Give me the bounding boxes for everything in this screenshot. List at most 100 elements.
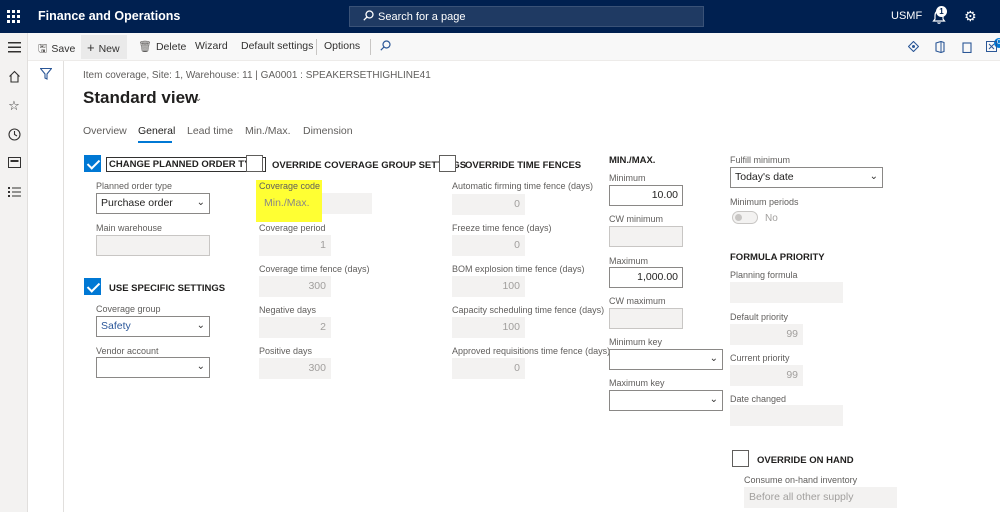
chevron-down-icon: ⌄ [869, 171, 878, 182]
negative-days-label: Negative days [259, 305, 317, 315]
minimum-key-select[interactable]: ⌄ [609, 349, 723, 370]
default-priority-label: Default priority [730, 312, 789, 322]
override-coverage-group-label: OVERRIDE COVERAGE GROUP SETTINGS [272, 160, 467, 171]
date-changed-field[interactable] [730, 405, 843, 426]
coverage-period-field[interactable]: 1 [259, 235, 331, 256]
current-priority-field[interactable]: 99 [730, 365, 803, 386]
bom-explosion-field[interactable]: 100 [452, 276, 525, 297]
save-icon: 🖫 [38, 43, 48, 55]
minimum-field[interactable]: 10.00 [609, 185, 683, 206]
planning-formula-field[interactable] [730, 282, 843, 303]
override-coverage-group-checkbox[interactable] [246, 155, 263, 172]
coverage-code-field-bg [322, 193, 372, 214]
home-icon[interactable] [7, 70, 21, 84]
view-title[interactable]: Standard view [83, 88, 198, 108]
minimum-label: Minimum [609, 173, 646, 183]
tab-lead-time[interactable]: Lead time [187, 125, 233, 137]
chevron-down-icon[interactable]: ⌄ [194, 93, 202, 104]
active-tab-indicator [138, 141, 172, 143]
freeze-time-fence-field[interactable]: 0 [452, 235, 525, 256]
cw-maximum-field[interactable] [609, 308, 683, 329]
cw-minimum-field[interactable] [609, 226, 683, 247]
main-warehouse-label: Main warehouse [96, 223, 163, 233]
automatic-firming-field[interactable]: 0 [452, 194, 525, 215]
settings-gear-icon[interactable]: ⚙ [964, 8, 977, 25]
search-placeholder: Search for a page [378, 11, 466, 23]
save-button[interactable]: 🖫 Save [38, 40, 75, 59]
coverage-group-select[interactable]: Safety ⌄ [96, 316, 210, 337]
date-changed-label: Date changed [730, 394, 787, 404]
minimum-periods-toggle[interactable] [732, 211, 758, 224]
bom-explosion-label: BOM explosion time fence (days) [452, 264, 585, 274]
cw-maximum-label: CW maximum [609, 296, 666, 306]
filter-pane [28, 61, 64, 512]
modules-list-icon[interactable] [7, 186, 21, 200]
override-time-fences-label: OVERRIDE TIME FENCES [465, 160, 582, 171]
coverage-time-fence-field[interactable]: 300 [259, 276, 331, 297]
maximum-field[interactable]: 1,000.00 [609, 267, 683, 288]
use-specific-settings-checkbox[interactable] [84, 278, 101, 295]
chevron-down-icon: ⌄ [196, 197, 205, 208]
app-launcher-icon[interactable] [7, 10, 20, 23]
minimum-periods-toggle-text: No [765, 213, 778, 224]
tab-min-max[interactable]: Min./Max. [245, 125, 291, 137]
trash-icon: 🗑 [138, 41, 152, 53]
options-button[interactable]: Options [324, 40, 360, 52]
tab-overview[interactable]: Overview [83, 125, 127, 137]
tab-dimension[interactable]: Dimension [303, 125, 353, 137]
search-input[interactable]: Search for a page [349, 6, 704, 27]
fulfill-minimum-select[interactable]: Today's date ⌄ [730, 167, 883, 188]
maximum-key-select[interactable]: ⌄ [609, 390, 723, 411]
plus-icon: + [87, 40, 95, 55]
change-planned-order-type-checkbox[interactable] [84, 155, 101, 172]
freeze-time-fence-label: Freeze time fence (days) [452, 223, 552, 233]
vendor-account-select[interactable]: ⌄ [96, 357, 210, 378]
min-max-heading: MIN./MAX. [609, 155, 656, 166]
office-icon[interactable] [935, 40, 945, 56]
default-settings-button[interactable]: Default settings [241, 40, 313, 52]
override-on-hand-checkbox[interactable] [732, 450, 749, 467]
power-apps-diamond-icon[interactable] [907, 40, 920, 55]
separator [316, 39, 317, 55]
planned-order-type-select[interactable]: Purchase order ⌄ [96, 193, 210, 214]
recent-clock-icon[interactable] [7, 128, 21, 142]
planning-formula-label: Planning formula [730, 270, 798, 280]
separator [370, 39, 371, 55]
hamburger-menu-icon[interactable] [7, 42, 21, 56]
tab-general[interactable]: General [138, 125, 175, 137]
override-time-fences-checkbox[interactable] [439, 155, 456, 172]
search-icon [363, 10, 374, 24]
current-priority-label: Current priority [730, 353, 790, 363]
use-specific-settings-label: USE SPECIFIC SETTINGS [109, 283, 226, 294]
maximum-label: Maximum [609, 256, 649, 266]
consume-on-hand-label: Consume on-hand inventory [744, 475, 858, 485]
change-planned-order-type-label: CHANGE PLANNED ORDER TYPE [106, 157, 267, 172]
wizard-button[interactable]: Wizard [195, 40, 228, 52]
approved-requisitions-field[interactable]: 0 [452, 358, 525, 379]
default-priority-field[interactable]: 99 [730, 324, 803, 345]
new-button[interactable]: + New [87, 40, 120, 55]
positive-days-field[interactable]: 300 [259, 358, 331, 379]
app-title[interactable]: Finance and Operations [38, 9, 180, 23]
coverage-time-fence-label: Coverage time fence (days) [259, 264, 370, 274]
negative-days-field[interactable]: 2 [259, 317, 331, 338]
vendor-account-label: Vendor account [96, 346, 159, 356]
delete-button[interactable]: 🗑 Delete [138, 40, 186, 53]
find-search-icon[interactable] [380, 40, 391, 54]
positive-days-label: Positive days [259, 346, 313, 356]
attachments-icon[interactable] [962, 41, 973, 56]
main-warehouse-field[interactable] [96, 235, 210, 256]
filter-icon[interactable] [39, 67, 53, 80]
favorites-star-icon[interactable]: ☆ [7, 99, 21, 113]
close-icon[interactable] [986, 41, 997, 55]
company-picker[interactable]: USMF [891, 10, 922, 22]
maximum-key-label: Maximum key [609, 378, 665, 388]
planned-order-type-label: Planned order type [96, 181, 173, 191]
workspaces-icon[interactable] [7, 157, 21, 171]
chevron-down-icon: ⌄ [196, 361, 205, 372]
consume-on-hand-field[interactable]: Before all other supply [744, 487, 897, 508]
navigation-pane: ☆ [0, 33, 28, 512]
capacity-scheduling-label: Capacity scheduling time fence (days) [452, 305, 605, 315]
capacity-scheduling-field[interactable]: 100 [452, 317, 525, 338]
override-on-hand-label: OVERRIDE ON HAND [757, 455, 854, 466]
